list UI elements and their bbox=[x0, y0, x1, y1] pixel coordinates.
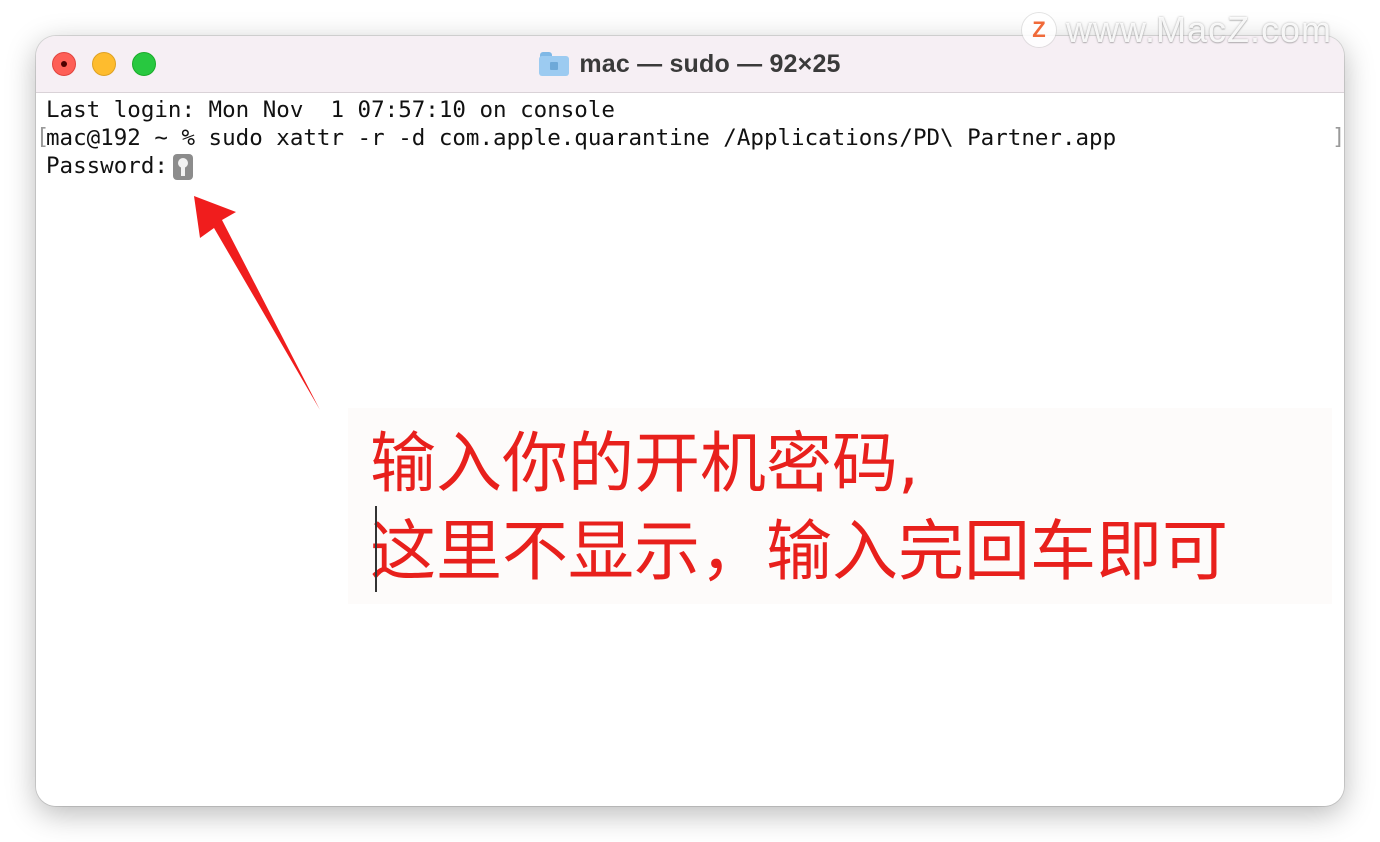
watermark: Z www.MacZ.com bbox=[1022, 8, 1332, 52]
screenshot-stage: mac — sudo — 92×25 Last login: Mon Nov 1… bbox=[0, 0, 1380, 842]
red-arrow-icon bbox=[194, 196, 320, 410]
watermark-text: www.MacZ.com bbox=[1066, 9, 1333, 50]
macz-logo-icon: Z bbox=[1022, 13, 1056, 47]
